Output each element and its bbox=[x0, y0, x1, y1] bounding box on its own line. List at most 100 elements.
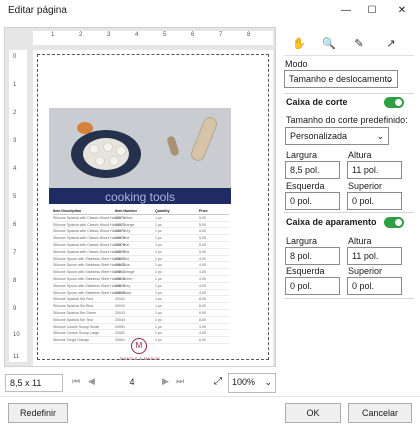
hero-photo bbox=[49, 108, 231, 188]
logo-mark: M bbox=[131, 338, 147, 354]
footer-divider bbox=[0, 396, 420, 397]
trim-left-field[interactable]: 0 pol. bbox=[285, 277, 340, 295]
window-title: Editar página bbox=[8, 5, 67, 16]
table-cell: 4.00 bbox=[199, 270, 206, 275]
table-cell: 4.00 bbox=[199, 256, 206, 261]
table-cell: 20043 bbox=[115, 310, 125, 315]
trim-width-field[interactable]: 8 pol. bbox=[285, 247, 340, 265]
crop-left-label: Esquerda bbox=[286, 181, 325, 191]
table-cell: 1 pc bbox=[155, 270, 162, 275]
edit-tool-icon[interactable]: ✎ bbox=[350, 35, 368, 53]
crop-preset-select[interactable]: Personalizada ⌄ bbox=[285, 127, 389, 145]
divider bbox=[284, 298, 414, 299]
cancel-button[interactable]: Cancelar bbox=[348, 403, 412, 423]
table-cell: 6.00 bbox=[199, 338, 206, 343]
table-cell: Silicone Cookie Scoop Large bbox=[53, 331, 100, 336]
ruler-label: 6 bbox=[191, 32, 195, 38]
table-cell: 20004 bbox=[115, 276, 125, 281]
table-cell: 1 pc bbox=[155, 215, 162, 220]
maximize-icon[interactable]: ☐ bbox=[362, 2, 382, 20]
crop-box-toggle[interactable] bbox=[384, 97, 404, 108]
table-cell: 1 pc bbox=[155, 324, 162, 329]
ok-button[interactable]: OK bbox=[285, 403, 341, 423]
table-row: Silicone Spoon with Stainless Steel Hand… bbox=[53, 269, 229, 276]
crop-top-field[interactable]: 0 pol. bbox=[347, 192, 402, 210]
table-header: Quantity bbox=[155, 209, 170, 213]
zoom-tool-icon[interactable]: 🔍 bbox=[320, 35, 338, 53]
crop-width-field[interactable]: 8,5 pol. bbox=[285, 161, 340, 179]
table-row: Silicone Spatula Set Red 20041 1 pc 8.00 bbox=[53, 296, 229, 304]
ruler-label: 9 bbox=[13, 306, 17, 312]
table-cell: 20374 bbox=[115, 236, 125, 241]
hand-tool-icon[interactable]: ✋ bbox=[290, 35, 308, 53]
table-cell: Silicone Spatula Set Blue bbox=[53, 304, 94, 309]
page-number-input[interactable]: 4 bbox=[104, 374, 160, 392]
crop-top-label: Superior bbox=[348, 181, 383, 191]
ruler-label: 4 bbox=[135, 32, 139, 38]
table-cell: Silicone Spatula Set Red bbox=[53, 297, 93, 302]
table-row: Silicone Spoon with Stainless Steel Hand… bbox=[53, 290, 229, 297]
table-cell: Silicone Spatula Set Teal bbox=[53, 317, 93, 322]
table-cell: 1 pc bbox=[155, 236, 162, 241]
table-header: Item Number bbox=[115, 209, 137, 213]
table-cell: 5.00 bbox=[199, 236, 206, 241]
egg-shape bbox=[95, 156, 105, 166]
egg-shape bbox=[89, 144, 99, 154]
table-cell: 8.00 bbox=[199, 304, 206, 309]
table-header-row: Item Description Item Number Quantity Pr… bbox=[53, 208, 229, 215]
close-icon[interactable]: ✕ bbox=[392, 2, 412, 20]
fit-page-icon[interactable]: ⤢ bbox=[214, 376, 222, 387]
last-page-icon[interactable]: ⏭ bbox=[176, 376, 184, 387]
minimize-icon[interactable]: — bbox=[336, 2, 356, 20]
table-cell: 1 pc bbox=[155, 297, 162, 302]
table-cell: 1 pc bbox=[155, 256, 162, 261]
logo-text: MANTLE & MASON bbox=[120, 356, 160, 361]
table-row: Silicone Spatula with Classic Wood Handl… bbox=[53, 235, 229, 242]
table-cell: 4.00 bbox=[199, 331, 206, 336]
table-row: Silicone Cookie Scoop Small 20051 1 pc 3.00 bbox=[53, 324, 229, 331]
table-cell: 1 pc bbox=[155, 331, 162, 336]
table-cell: 4.00 bbox=[199, 283, 206, 288]
tool-bar: ✋ 🔍 ✎ ↗ bbox=[284, 32, 414, 56]
next-page-icon[interactable]: ▶ bbox=[162, 376, 169, 387]
crop-height-field[interactable]: 11 pol. bbox=[347, 161, 402, 179]
table-cell: 20051 bbox=[115, 324, 125, 329]
product-table: Item Description Item Number Quantity Pr… bbox=[53, 208, 229, 344]
table-row: Silicone Spatula Set Green 20043 1 pc 8.00 bbox=[53, 310, 229, 317]
trim-height-field[interactable]: 11 pol. bbox=[347, 247, 402, 265]
table-cell: Silicone Cookie Scoop Small bbox=[53, 324, 99, 329]
table-cell: 1 pc bbox=[155, 276, 162, 281]
ruler-label: 3 bbox=[107, 32, 111, 38]
previous-page-icon[interactable]: ◀ bbox=[88, 376, 95, 387]
table-row: Silicone Spatula with Classic Wood Handl… bbox=[53, 222, 229, 229]
trim-box-toggle[interactable] bbox=[384, 217, 404, 228]
vertical-ruler: 0 1 2 3 4 5 6 7 8 9 10 11 bbox=[9, 50, 27, 362]
table-row: Silicone Spatula with Classic Wood Handl… bbox=[53, 228, 229, 236]
crop-left-field[interactable]: 0 pol. bbox=[285, 192, 340, 210]
table-cell: 1 pc bbox=[155, 242, 162, 247]
table-cell: 1 pc bbox=[155, 222, 162, 227]
reset-button[interactable]: Redefinir bbox=[8, 403, 68, 423]
export-tool-icon[interactable]: ↗ bbox=[382, 35, 400, 53]
table-header: Price bbox=[199, 209, 208, 213]
title-bar: Editar página — ☐ ✕ bbox=[0, 0, 420, 24]
document-page: cooking tools Item Description Item Numb… bbox=[33, 50, 273, 366]
utensil-shape bbox=[166, 135, 180, 157]
horizontal-ruler: 1 2 3 4 5 6 7 8 bbox=[33, 31, 273, 45]
table-cell: 1 pc bbox=[155, 317, 162, 322]
zoom-select[interactable]: 100% ⌄ bbox=[228, 373, 276, 393]
banner-text: cooking tools bbox=[104, 190, 176, 204]
table-row: Silicone Spatula with Classic Wood Handl… bbox=[53, 215, 229, 222]
ruler-label: 5 bbox=[163, 32, 167, 38]
first-page-icon[interactable]: ⏮ bbox=[72, 376, 80, 387]
trim-width-label: Largura bbox=[286, 236, 318, 246]
trim-top-field[interactable]: 0 pol. bbox=[347, 277, 402, 295]
table-cell: 8.00 bbox=[199, 317, 206, 322]
table-row: Silicone Spatula with Classic Wood Handl… bbox=[53, 249, 229, 256]
mode-select[interactable]: Tamanho e deslocamento ⌄ bbox=[284, 70, 398, 88]
ruler-label: 7 bbox=[13, 250, 17, 256]
page-size-display: 8,5 x 11 bbox=[5, 374, 63, 392]
trim-top-label: Superior bbox=[348, 266, 383, 276]
table-cell: 4.00 bbox=[199, 276, 206, 281]
page-preview[interactable]: 1 2 3 4 5 6 7 8 0 1 2 3 4 5 6 7 8 9 10 1… bbox=[4, 27, 276, 367]
